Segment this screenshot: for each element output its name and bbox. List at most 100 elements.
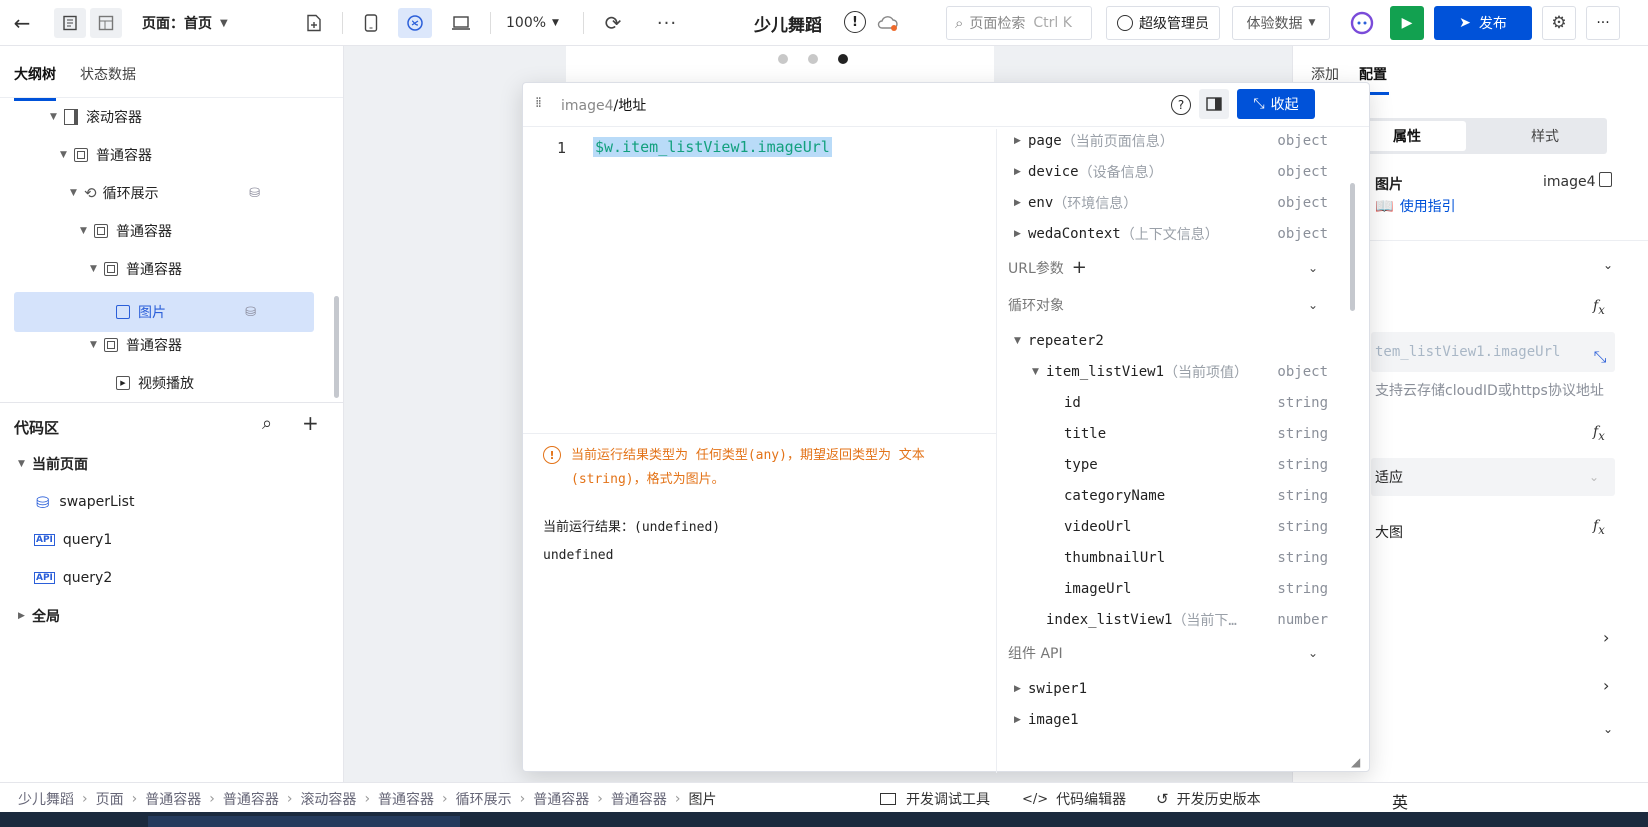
tree-node-container[interactable]: ▼ 普通容器 xyxy=(90,250,182,288)
search-icon[interactable]: ⌕ xyxy=(262,413,272,434)
loop-object-section[interactable]: 循环对象 ⌄ xyxy=(1008,295,1328,315)
breadcrumb-item-current[interactable]: 图片 xyxy=(688,789,716,809)
breadcrumb-item[interactable]: 普通容器 xyxy=(611,789,667,809)
data-source-select[interactable]: 体验数据 ▼ xyxy=(1232,6,1330,40)
code-editor-button[interactable]: </> 代码编辑器 xyxy=(1022,789,1126,809)
field-image-url[interactable]: imageUrl string xyxy=(998,573,1348,605)
breadcrumb-item[interactable]: 普通容器 xyxy=(378,789,434,809)
var-index[interactable]: index_listView1 （当前下… number xyxy=(998,604,1348,636)
breadcrumb-item[interactable]: 循环展示 xyxy=(456,789,512,809)
fx-icon[interactable]: fx xyxy=(1593,424,1605,443)
component-api-section[interactable]: 组件 API ⌄ xyxy=(1008,643,1328,663)
layout-view-button[interactable] xyxy=(90,8,122,38)
field-type-row[interactable]: type string xyxy=(998,449,1348,481)
tree-node-container[interactable]: ▼ 普通容器 xyxy=(90,326,182,364)
subtab-style[interactable]: 样式 xyxy=(1495,121,1595,151)
expand-arrow-icon[interactable]: ▶ xyxy=(1014,136,1028,146)
var-page[interactable]: ▶ page （当前页面信息） object xyxy=(998,129,1348,157)
fx-icon[interactable]: fx xyxy=(1593,298,1605,317)
url-params-section[interactable]: URL参数 + ⌄ xyxy=(1008,257,1328,278)
ai-assistant-icon[interactable] xyxy=(1344,8,1380,38)
run-preview-button[interactable]: ▶ xyxy=(1390,6,1424,40)
expand-arrow-icon[interactable]: ▶ xyxy=(1014,198,1028,208)
history-button[interactable]: ↺ 开发历史版本 xyxy=(1156,789,1261,809)
chevron-down-icon[interactable]: ⌄ xyxy=(1603,258,1613,272)
expand-arrow-icon[interactable]: ▼ xyxy=(80,226,94,236)
expand-arrow-icon[interactable]: ▶ xyxy=(1014,715,1028,725)
page-selector[interactable]: 页面：首页 ▼ xyxy=(142,10,228,36)
var-device[interactable]: ▶ device （设备信息） object xyxy=(998,156,1348,188)
expand-arrow-icon[interactable]: ▶ xyxy=(1014,167,1028,177)
chevron-down-icon[interactable]: ⌄ xyxy=(1308,261,1318,275)
add-icon[interactable]: + xyxy=(1072,257,1087,278)
chevron-down-icon[interactable]: ⌄ xyxy=(1308,646,1318,660)
chevron-down-icon[interactable]: ⌄ xyxy=(1603,722,1613,736)
add-icon[interactable]: + xyxy=(302,411,319,435)
breadcrumb-item[interactable]: 普通容器 xyxy=(145,789,201,809)
toggle-panel-icon[interactable] xyxy=(1199,89,1229,119)
expand-arrow-icon[interactable]: ▼ xyxy=(70,188,84,198)
outline-view-button[interactable] xyxy=(54,8,86,38)
code-editor[interactable]: 1 $w.item_listView1.imageUrl xyxy=(523,129,997,433)
code-item[interactable]: API query2 xyxy=(34,559,112,597)
fx-icon[interactable]: fx xyxy=(1593,518,1605,537)
code-item[interactable]: API query1 xyxy=(34,521,112,559)
help-icon[interactable]: ? xyxy=(1171,95,1191,115)
chevron-right-icon[interactable]: › xyxy=(1603,628,1609,647)
var-repeater[interactable]: ▼ repeater2 xyxy=(998,325,1348,357)
var-weda-context[interactable]: ▶ wedaContext （上下文信息） object xyxy=(998,218,1348,250)
responsive-device-icon[interactable] xyxy=(398,8,432,38)
fit-mode-select[interactable]: 适应 ⌄ xyxy=(1371,458,1615,496)
code-item[interactable]: ⛁ swaperList xyxy=(36,483,134,521)
back-arrow-icon[interactable]: ← xyxy=(8,10,36,36)
tree-node-loop[interactable]: ▼ ⟲ 循环展示 ⛁ xyxy=(70,174,260,212)
carousel-dot-active[interactable] xyxy=(838,54,848,64)
expand-arrow-icon[interactable]: ▶ xyxy=(1014,684,1028,694)
chevron-right-icon[interactable]: › xyxy=(1603,676,1609,695)
tree-scrollbar[interactable] xyxy=(334,296,339,398)
expand-arrow-icon[interactable]: ▼ xyxy=(60,150,74,160)
tab-outline-tree[interactable]: 大纲树 xyxy=(14,64,56,101)
field-category[interactable]: categoryName string xyxy=(998,480,1348,512)
guide-link[interactable]: 📖 使用指引 xyxy=(1375,196,1456,216)
tree-node-container[interactable]: ▼ 普通容器 xyxy=(60,136,152,174)
expand-arrow-icon[interactable]: ▼ xyxy=(50,112,64,122)
resize-handle-icon[interactable]: ◢ xyxy=(1351,755,1360,769)
carousel-dot[interactable] xyxy=(778,54,788,64)
var-image1[interactable]: ▶ image1 xyxy=(998,704,1348,736)
more-menu-icon[interactable]: ··· xyxy=(1586,6,1620,40)
variable-scrollbar[interactable] xyxy=(1350,183,1355,311)
var-swiper[interactable]: ▶ swiper1 xyxy=(998,673,1348,705)
field-title[interactable]: title string xyxy=(998,418,1348,450)
breadcrumb-item[interactable]: 少儿舞蹈 xyxy=(18,789,74,809)
dev-tools-button[interactable]: 开发调试工具 xyxy=(880,789,990,809)
expand-editor-icon[interactable]: ⤡ xyxy=(1589,346,1611,368)
breadcrumb-item[interactable]: 滚动容器 xyxy=(300,789,356,809)
expand-arrow-icon[interactable]: ▶ xyxy=(18,611,32,621)
settings-icon[interactable]: ⚙ xyxy=(1542,6,1576,40)
field-video-url[interactable]: videoUrl string xyxy=(998,511,1348,543)
field-id[interactable]: id string xyxy=(998,387,1348,419)
var-env[interactable]: ▶ env （环境信息） object xyxy=(998,187,1348,219)
field-thumbnail-url[interactable]: thumbnailUrl string xyxy=(998,542,1348,574)
chevron-down-icon[interactable]: ⌄ xyxy=(1308,298,1318,312)
tree-node-video[interactable]: ▶ 视频播放 xyxy=(116,364,194,402)
zoom-select[interactable]: 100% ▼ xyxy=(506,10,559,36)
more-icon[interactable]: ··· xyxy=(652,9,682,37)
expand-arrow-icon[interactable]: ▼ xyxy=(90,264,104,274)
cloud-status-icon[interactable] xyxy=(874,10,902,36)
publish-button[interactable]: ➤ 发布 xyxy=(1434,6,1532,40)
tree-node-container[interactable]: ▼ 普通容器 xyxy=(80,212,172,250)
expand-arrow-icon[interactable]: ▼ xyxy=(18,459,32,469)
image-url-field[interactable]: tem_listView1.imageUrl xyxy=(1371,332,1615,372)
admin-button[interactable]: 超级管理员 xyxy=(1106,6,1220,40)
drag-handle-icon[interactable]: ⁞⁞ xyxy=(535,95,542,111)
tab-state-data[interactable]: 状态数据 xyxy=(80,64,136,84)
var-item[interactable]: ▼ item_listView1 （当前项值） object xyxy=(998,356,1348,388)
expand-arrow-icon[interactable]: ▼ xyxy=(1014,336,1028,346)
current-page-node[interactable]: ▼ 当前页面 xyxy=(18,445,88,483)
expand-arrow-icon[interactable]: ▶ xyxy=(1014,229,1028,239)
tree-node-scroll[interactable]: ▼ 滚动容器 xyxy=(50,98,142,136)
refresh-icon[interactable]: ⟳ xyxy=(598,9,628,37)
collapse-button[interactable]: ⤡ 收起 xyxy=(1237,89,1315,119)
